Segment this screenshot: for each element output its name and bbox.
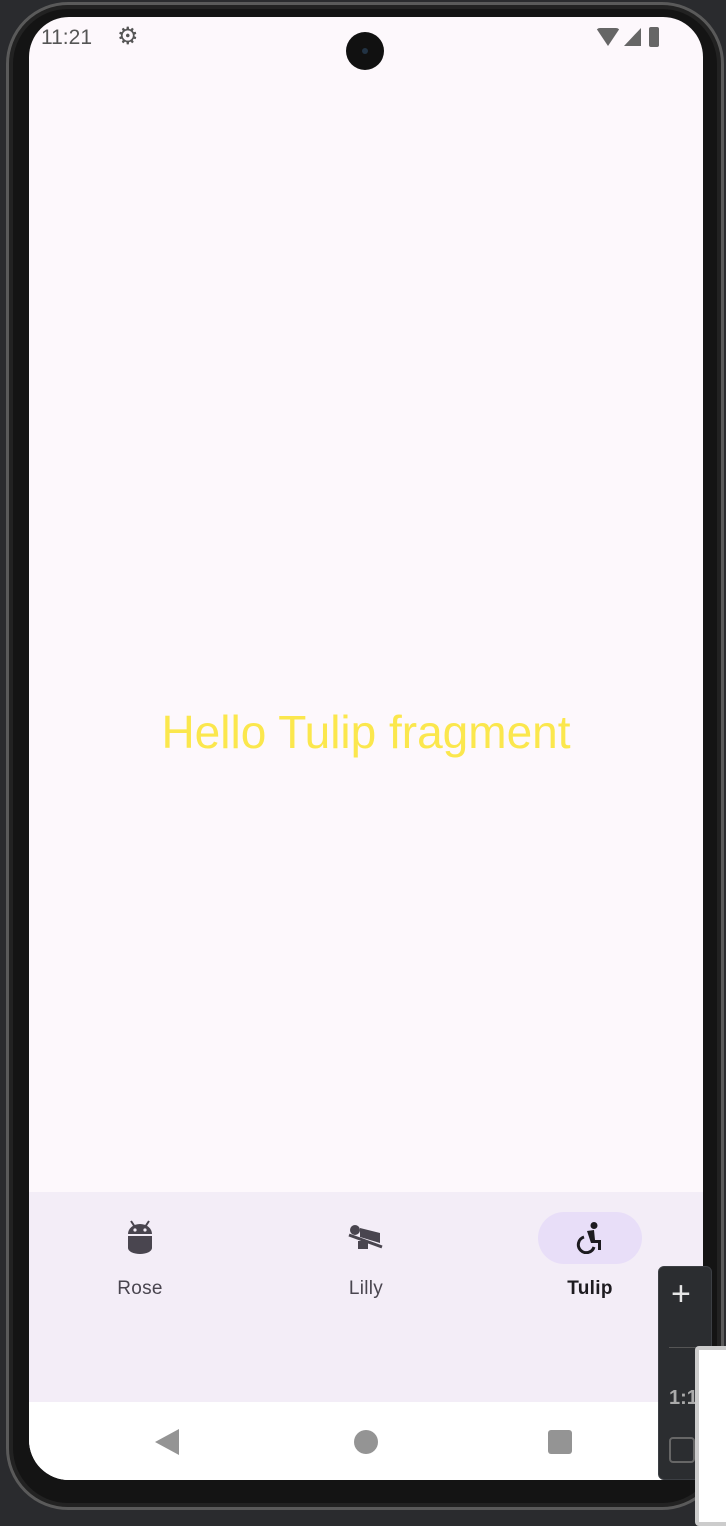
nav-item-tulip[interactable]: Tulip <box>530 1212 650 1300</box>
cell-signal-icon <box>624 28 641 46</box>
emulator-preview-thumbnail[interactable] <box>695 1346 726 1526</box>
bottom-navigation: Rose Lilly Tulip <box>29 1192 703 1402</box>
settings-gear-icon: ⚙ <box>117 23 139 50</box>
accessible-icon <box>576 1222 601 1254</box>
front-camera <box>346 32 384 70</box>
fit-screen-icon[interactable] <box>669 1437 695 1463</box>
device-screen: 11:21 ⚙ Hello Tulip fragment Rose Lilly <box>29 17 703 1480</box>
status-icons <box>596 27 659 47</box>
status-time: 11:21 <box>41 26 92 49</box>
battery-icon <box>649 27 659 47</box>
wifi-icon <box>596 28 620 46</box>
nav-label: Tulip <box>567 1278 613 1299</box>
nav-item-rose[interactable]: Rose <box>80 1212 200 1300</box>
nav-label: Rose <box>117 1278 163 1299</box>
nav-item-lilly[interactable]: Lilly <box>306 1212 426 1300</box>
home-icon[interactable] <box>354 1430 378 1454</box>
nav-pill <box>314 1212 418 1264</box>
back-icon[interactable] <box>155 1429 179 1455</box>
actual-size-button[interactable]: 1:1 <box>669 1387 698 1410</box>
zoom-in-button[interactable]: + <box>671 1277 691 1311</box>
nav-pill-active <box>538 1212 642 1264</box>
nav-pill <box>88 1212 192 1264</box>
recents-icon[interactable] <box>548 1430 572 1454</box>
system-navigation-bar <box>29 1402 703 1480</box>
nav-label: Lilly <box>348 1278 384 1299</box>
fragment-message: Hello Tulip fragment <box>161 706 571 758</box>
android-icon <box>128 1220 152 1254</box>
airline-seat-flat-icon <box>348 1225 383 1249</box>
